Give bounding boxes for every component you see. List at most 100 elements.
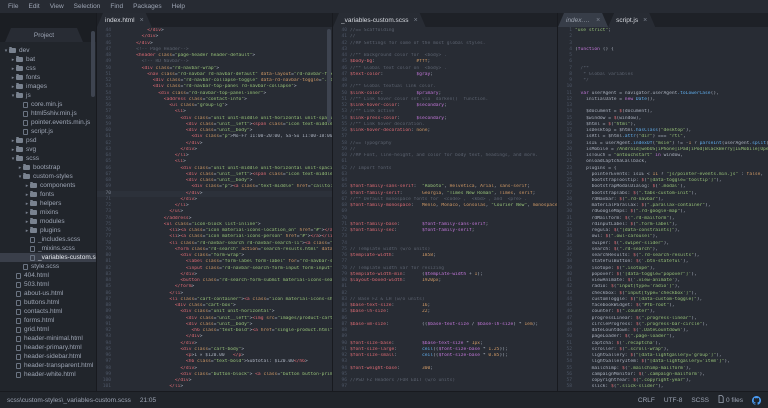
file-icon xyxy=(30,255,35,261)
tree-item-pointer.events.min.js[interactable]: pointer.events.min.js xyxy=(0,118,96,127)
folder-icon xyxy=(16,66,23,71)
file-icon xyxy=(23,120,28,126)
tree-item-header-primary.html[interactable]: header-primary.html xyxy=(0,343,96,352)
tree-item-header-sidebar.html[interactable]: header-sidebar.html xyxy=(0,352,96,361)
github-icon[interactable] xyxy=(752,396,761,405)
tree-item-scss[interactable]: ▾scss xyxy=(0,154,96,163)
editor-pane-3[interactable]: index.html×script.js× 1"use strict";234(… xyxy=(557,13,768,391)
tree-item-grid.html[interactable]: grid.html xyxy=(0,325,96,334)
menu-file[interactable]: File xyxy=(3,0,23,13)
tree-item-html5shiv.min.js[interactable]: html5shiv.min.js xyxy=(0,109,96,118)
tree-item-mixins[interactable]: ▸mixins xyxy=(0,208,96,217)
tree-item-components[interactable]: ▸components xyxy=(0,181,96,190)
status-line-ending[interactable]: CRLF xyxy=(638,397,655,404)
tree-item-modules[interactable]: ▸modules xyxy=(0,217,96,226)
menu-selection[interactable]: Selection xyxy=(69,0,106,13)
tree-item-_includes.scss[interactable]: _includes.scss xyxy=(0,235,96,244)
tab-index.html[interactable]: index.html× xyxy=(97,13,152,27)
tree-item-buttons.html[interactable]: buttons.html xyxy=(0,298,96,307)
folder-icon xyxy=(16,75,23,80)
tree-item-dev[interactable]: ▾dev xyxy=(0,46,96,55)
tree-item-plugins[interactable]: ▸plugins xyxy=(0,226,96,235)
tree-scrollbar[interactable] xyxy=(91,31,95,97)
tree-item-label: style.scss xyxy=(31,263,59,270)
tree-item-label: 404.html xyxy=(24,272,49,279)
tree-item-503.html[interactable]: 503.html xyxy=(0,280,96,289)
tree-item-label: script.js xyxy=(31,128,53,135)
file-tree[interactable]: ▾dev▸bat▸css▸fonts▸images▾jscore.min.jsh… xyxy=(0,42,96,391)
code-text: </li> xyxy=(114,384,332,390)
tree-item-about-us.html[interactable]: about-us.html xyxy=(0,289,96,298)
tree-item-contacts.html[interactable]: contacts.html xyxy=(0,307,96,316)
tree-item-js[interactable]: ▾js xyxy=(0,91,96,100)
tree-item-header-white.html[interactable]: header-white.html xyxy=(0,370,96,379)
folder-icon xyxy=(9,48,16,53)
tree-item-fonts[interactable]: ▸fonts xyxy=(0,190,96,199)
tab-_variables-custom.scss[interactable]: _variables-custom.scss× xyxy=(333,13,426,27)
tab-index.html[interactable]: index.html × xyxy=(558,13,608,27)
file-icon xyxy=(23,102,28,108)
tree-item-style.scss[interactable]: style.scss xyxy=(0,262,96,271)
code-editor[interactable]: 44 </div>45 </div>46 </div>47 <!-- Page … xyxy=(97,27,332,391)
code-editor[interactable]: 1"use strict";234(function () {567 /**8 … xyxy=(558,27,768,391)
status-file-path[interactable]: scss\custom-styles\_variables-custom.scs… xyxy=(7,397,131,404)
tree-item-_variables-custom.scss[interactable]: _variables-custom.scss xyxy=(0,253,96,262)
close-icon[interactable]: × xyxy=(596,17,600,24)
file-icon xyxy=(16,336,21,342)
menu-edit[interactable]: Edit xyxy=(23,0,44,13)
folder-icon xyxy=(30,219,37,224)
status-cursor-position[interactable]: 21:05 xyxy=(140,397,156,404)
file-icon xyxy=(23,111,28,117)
status-grammar[interactable]: SCSS xyxy=(691,397,709,404)
menu-view[interactable]: View xyxy=(45,0,69,13)
tree-item-svg[interactable]: ▸svg xyxy=(0,145,96,154)
code-editor[interactable]: 40//== Scaffolding41//42//## Settings fo… xyxy=(333,27,557,391)
file-icon xyxy=(16,345,21,351)
folder-icon xyxy=(16,93,23,98)
tree-item-custom-styles[interactable]: ▾custom-styles xyxy=(0,172,96,181)
tree-item-header-minimal.html[interactable]: header-minimal.html xyxy=(0,334,96,343)
tree-item-header-transparent.html[interactable]: header-transparent.html xyxy=(0,361,96,370)
tree-item-psd[interactable]: ▸psd xyxy=(0,136,96,145)
file-icon xyxy=(16,273,21,279)
tree-item-images[interactable]: ▸images xyxy=(0,82,96,91)
tree-item-bat[interactable]: ▸bat xyxy=(0,55,96,64)
folder-icon xyxy=(30,201,37,206)
tree-item-label: _mixins.scss xyxy=(38,245,75,252)
tab-bar: _variables-custom.scss× xyxy=(333,13,557,27)
file-icon xyxy=(16,327,21,333)
editor-pane-1[interactable]: index.html× 44 </div>45 </div>46 </div>4… xyxy=(97,13,332,391)
tree-item-label: contacts.html xyxy=(24,308,62,315)
tree-item-_mixins.scss[interactable]: _mixins.scss xyxy=(0,244,96,253)
tree-item-label: header-primary.html xyxy=(24,344,82,351)
tree-item-404.html[interactable]: 404.html xyxy=(0,271,96,280)
editor-pane-2[interactable]: _variables-custom.scss× 40//== Scaffoldi… xyxy=(332,13,557,391)
tree-item-label: dev xyxy=(19,47,29,54)
tree-item-label: _variables-custom.scss xyxy=(38,254,96,261)
tree-item-core.min.js[interactable]: core.min.js xyxy=(0,100,96,109)
tree-item-label: psd xyxy=(26,137,36,144)
tab-script.js[interactable]: script.js× xyxy=(608,13,655,27)
tree-item-css[interactable]: ▸css xyxy=(0,64,96,73)
tree-item-script.js[interactable]: script.js xyxy=(0,127,96,136)
tree-item-forms.html[interactable]: forms.html xyxy=(0,316,96,325)
menu-help[interactable]: Help xyxy=(167,0,190,13)
tree-item-bootstrap[interactable]: ▸bootstrap xyxy=(0,163,96,172)
close-icon[interactable]: × xyxy=(643,17,647,24)
file-icon xyxy=(23,264,28,270)
close-icon[interactable]: × xyxy=(140,17,144,24)
tree-item-fonts[interactable]: ▸fonts xyxy=(0,73,96,82)
tab-bar: index.html× xyxy=(97,13,332,27)
status-git-files[interactable]: 0 files xyxy=(718,395,743,405)
status-encoding[interactable]: UTF-8 xyxy=(664,397,682,404)
tree-item-helpers[interactable]: ▸helpers xyxy=(0,199,96,208)
tree-item-label: fonts xyxy=(40,191,54,198)
file-icon xyxy=(718,395,724,405)
tab-title: index.html xyxy=(566,17,591,24)
editor-scrollbar[interactable] xyxy=(327,29,331,123)
menu-find[interactable]: Find xyxy=(105,0,128,13)
close-icon[interactable]: × xyxy=(414,17,418,24)
tab-project[interactable]: Project xyxy=(5,28,83,42)
menu-packages[interactable]: Packages xyxy=(128,0,167,13)
folder-icon xyxy=(16,156,23,161)
